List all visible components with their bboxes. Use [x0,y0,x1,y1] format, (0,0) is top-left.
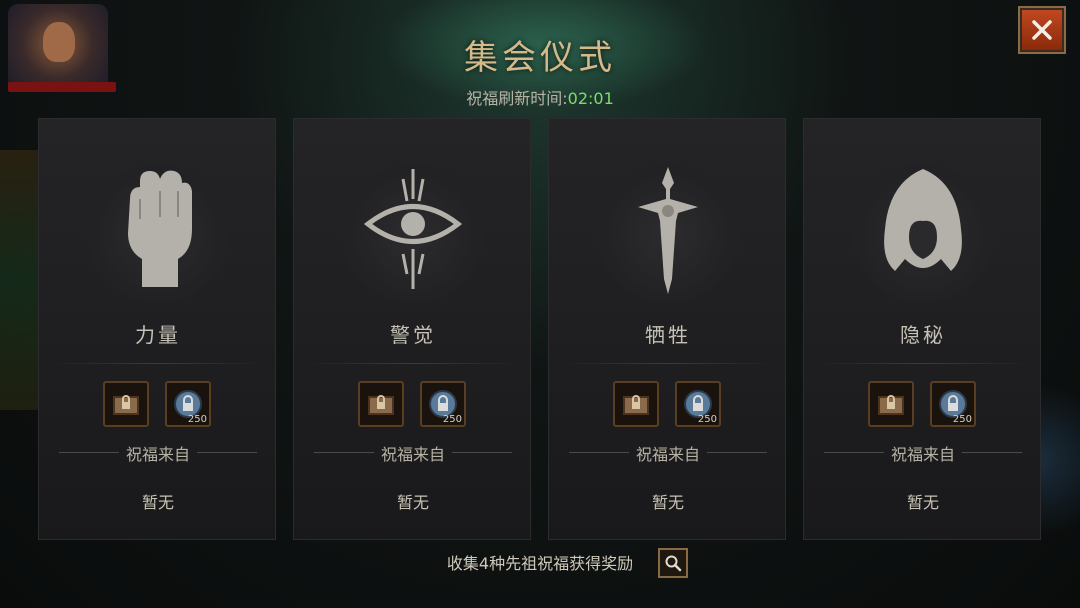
reward-orb-locked[interactable]: 250 [165,381,211,427]
page-title: 集会仪式 [464,38,616,78]
blessing-from-value: 暂无 [651,493,684,512]
blessing-card-vigilance[interactable]: 警觉 250 祝福来自 暂无 [293,118,531,540]
blessing-from-label: 祝福来自 [125,445,190,464]
blessing-from-value: 暂无 [141,493,174,512]
magnifier-icon [665,555,682,572]
item-count: 250 [442,414,462,425]
blessing-from-value: 暂无 [396,493,429,512]
reward-chest-locked[interactable] [868,381,914,427]
card-name: 警觉 [390,323,436,347]
blessing-from-label: 祝福来自 [380,445,445,464]
refresh-time: 02:01 [567,89,614,108]
reward-orb-locked[interactable]: 250 [420,381,466,427]
item-count: 250 [952,414,972,425]
reward-chest-locked[interactable] [358,381,404,427]
view-reward-button[interactable] [658,548,688,578]
lock-chest-icon [113,395,139,415]
divider [816,363,1030,364]
hood-icon [884,169,962,271]
item-count: 250 [697,414,717,425]
card-name: 力量 [135,323,181,347]
eye-icon [363,169,463,289]
lock-chest-icon [368,395,394,415]
card-name: 牺牲 [645,323,691,347]
blessing-cards: 力量 250 祝福来自 暂无 警觉 250 祝福来自 暂无 牺牲 250 祝福来… [38,118,1048,540]
reward-chest-locked[interactable] [103,381,149,427]
refresh-label: 祝福刷新时间: [466,89,568,108]
divider [51,363,265,364]
lock-chest-icon [878,395,904,415]
lock-chest-icon [623,395,649,415]
refresh-timer-line: 祝福刷新时间:02:01 [0,85,1080,109]
blessing-card-stealth[interactable]: 隐秘 250 祝福来自 暂无 [803,118,1041,540]
blessing-from-label: 祝福来自 [635,445,700,464]
blessing-card-strength[interactable]: 力量 250 祝福来自 暂无 [38,118,276,540]
item-count: 250 [187,414,207,425]
blessing-card-sacrifice[interactable]: 牺牲 250 祝福来自 暂无 [548,118,786,540]
blessing-from-value: 暂无 [906,493,939,512]
reward-chest-locked[interactable] [613,381,659,427]
close-icon [1032,20,1052,40]
blessing-from-label: 祝福来自 [890,445,955,464]
dagger-icon [638,167,698,294]
card-name: 隐秘 [900,323,946,347]
background-decor-left [0,150,40,410]
close-button[interactable] [1020,8,1064,52]
divider [306,363,520,364]
collect-reward-hint: 收集4种先祖祝福获得奖励 [446,554,634,573]
fist-icon [128,170,192,287]
divider [561,363,775,364]
reward-orb-locked[interactable]: 250 [930,381,976,427]
reward-orb-locked[interactable]: 250 [675,381,721,427]
